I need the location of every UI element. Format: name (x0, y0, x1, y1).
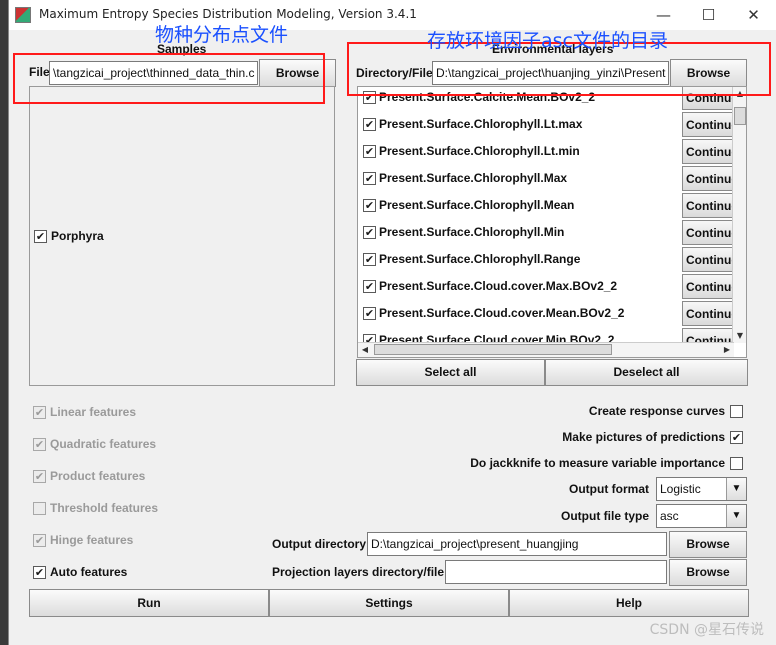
layer-name: Present.Surface.Cloud.cover.Max.BOv2_2 (379, 279, 618, 293)
hinge-features-label: Hinge features (50, 533, 134, 547)
layer-checkbox[interactable]: ✔ (363, 172, 376, 185)
output-format-value: Logistic (660, 482, 701, 496)
env-vertical-scrollbar[interactable]: ▲ ▼ (732, 87, 746, 343)
output-file-type-label: Output file type (561, 509, 649, 523)
quadratic-features-label: Quadratic features (50, 437, 157, 451)
layer-type-select[interactable]: Continuo (682, 112, 734, 137)
env-layer-row[interactable]: ✔ Present.Surface.Cloud.cover.Max.BOv2_2… (358, 273, 734, 300)
env-layer-row[interactable]: ✔ Present.Surface.Cloud.cover.Mean.BOv2_… (358, 300, 734, 327)
scroll-right-icon[interactable]: ▶ (721, 344, 733, 356)
layer-checkbox[interactable]: ✔ (363, 280, 376, 293)
layer-name: Present.Surface.Chlorophyll.Max (379, 171, 568, 185)
linear-features-label: Linear features (50, 405, 137, 419)
response-curves-checkbox[interactable] (730, 405, 743, 418)
output-format-label: Output format (569, 482, 649, 496)
layer-type-select[interactable]: Continuo (682, 193, 734, 218)
env-layer-row[interactable]: ✔ Present.Surface.Chlorophyll.Max Contin… (358, 165, 734, 192)
run-button[interactable]: Run (29, 589, 269, 617)
response-curves-label: Create response curves (588, 404, 725, 418)
settings-button[interactable]: Settings (269, 589, 509, 617)
output-browse-button[interactable]: Browse (669, 531, 747, 558)
output-file-type-select[interactable]: asc ▼ (656, 504, 747, 528)
layer-name: Present.Surface.Chlorophyll.Mean (379, 198, 575, 212)
chevron-down-icon[interactable]: ▼ (726, 505, 746, 527)
env-layer-row[interactable]: ✔ Present.Surface.Chlorophyll.Lt.max Con… (358, 111, 734, 138)
jackknife-label: Do jackknife to measure variable importa… (470, 456, 725, 470)
output-file-type-value: asc (660, 509, 679, 523)
projection-label: Projection layers directory/file (272, 565, 445, 579)
auto-features-label: Auto features (50, 565, 128, 579)
maxent-window: Maximum Entropy Species Distribution Mod… (8, 0, 776, 645)
quadratic-features-checkbox[interactable]: ✔ (33, 438, 46, 451)
layer-name: Present.Surface.Chlorophyll.Range (379, 252, 581, 266)
product-features-checkbox[interactable]: ✔ (33, 470, 46, 483)
window-title: Maximum Entropy Species Distribution Mod… (39, 7, 417, 21)
layer-checkbox[interactable]: ✔ (363, 118, 376, 131)
projection-input[interactable] (445, 560, 667, 584)
env-layer-row[interactable]: ✔ Present.Surface.Chlorophyll.Mean Conti… (358, 192, 734, 219)
jackknife-checkbox[interactable] (730, 457, 743, 470)
help-button[interactable]: Help (509, 589, 749, 617)
vertical-scroll-thumb[interactable] (734, 107, 746, 125)
product-features-label: Product features (50, 469, 146, 483)
layer-type-select[interactable]: Continuo (682, 247, 734, 272)
layer-name: Present.Surface.Cloud.cover.Mean.BOv2_2 (379, 306, 625, 320)
auto-features-checkbox[interactable]: ✔ (33, 566, 46, 579)
layer-type-select[interactable]: Continuo (682, 274, 734, 299)
pictures-checkbox[interactable]: ✔ (730, 431, 743, 444)
samples-annotation-text: 物种分布点文件 (155, 24, 289, 46)
layer-type-select[interactable]: Continuo (682, 139, 734, 164)
layer-name: Present.Surface.Chlorophyll.Min (379, 225, 565, 239)
scroll-down-icon[interactable]: ▼ (734, 330, 746, 342)
layer-type-select[interactable]: Continuo (682, 220, 734, 245)
pictures-label: Make pictures of predictions (562, 430, 725, 444)
layer-checkbox[interactable]: ✔ (363, 199, 376, 212)
env-horizontal-scrollbar[interactable]: ◀ ▶ (358, 342, 734, 357)
species-checkbox[interactable]: ✔ (34, 230, 47, 243)
threshold-features-label: Threshold features (50, 501, 159, 515)
layer-checkbox[interactable]: ✔ (363, 253, 376, 266)
layer-name: Present.Surface.Chlorophyll.Lt.min (379, 144, 580, 158)
env-annotation-text: 存放环境因子asc文件的目录 (427, 30, 668, 52)
watermark-text: CSDN @星石传说 (649, 622, 764, 638)
env-layer-row[interactable]: ✔ Present.Surface.Chlorophyll.Lt.min Con… (358, 138, 734, 165)
env-layer-row[interactable]: ✔ Present.Surface.Chlorophyll.Min Contin… (358, 219, 734, 246)
linear-features-checkbox[interactable]: ✔ (33, 406, 46, 419)
projection-browse-button[interactable]: Browse (669, 559, 747, 586)
env-layer-list[interactable]: ✔ Present.Surface.Calcite.Mean.BOv2_2 Co… (357, 86, 747, 358)
samples-annotation-box (13, 53, 325, 104)
chevron-down-icon[interactable]: ▼ (726, 478, 746, 500)
env-layer-row[interactable]: ✔ Present.Surface.Chlorophyll.Range Cont… (358, 246, 734, 273)
layer-name: Present.Surface.Chlorophyll.Lt.max (379, 117, 583, 131)
species-list[interactable]: ✔ Porphyra (29, 86, 335, 386)
hinge-features-checkbox[interactable]: ✔ (33, 534, 46, 547)
output-directory-label: Output directory (272, 537, 367, 551)
output-format-select[interactable]: Logistic ▼ (656, 477, 747, 501)
threshold-features-checkbox[interactable] (33, 502, 46, 515)
app-icon (15, 7, 31, 23)
horizontal-scroll-thumb[interactable] (374, 344, 612, 355)
species-name: Porphyra (51, 229, 104, 243)
layer-type-select[interactable]: Continuo (682, 166, 734, 191)
layer-checkbox[interactable]: ✔ (363, 307, 376, 320)
scroll-left-icon[interactable]: ◀ (359, 344, 371, 356)
deselect-all-button[interactable]: Deselect all (545, 359, 748, 386)
select-all-button[interactable]: Select all (356, 359, 545, 386)
close-button[interactable]: ✕ (731, 0, 776, 30)
layer-type-select[interactable]: Continuo (682, 301, 734, 326)
output-directory-input[interactable]: D:\tangzicai_project\present_huangjing (367, 532, 667, 556)
background-desktop-strip (0, 0, 8, 645)
layer-checkbox[interactable]: ✔ (363, 226, 376, 239)
layer-checkbox[interactable]: ✔ (363, 145, 376, 158)
maximize-button[interactable]: ☐ (686, 0, 731, 30)
